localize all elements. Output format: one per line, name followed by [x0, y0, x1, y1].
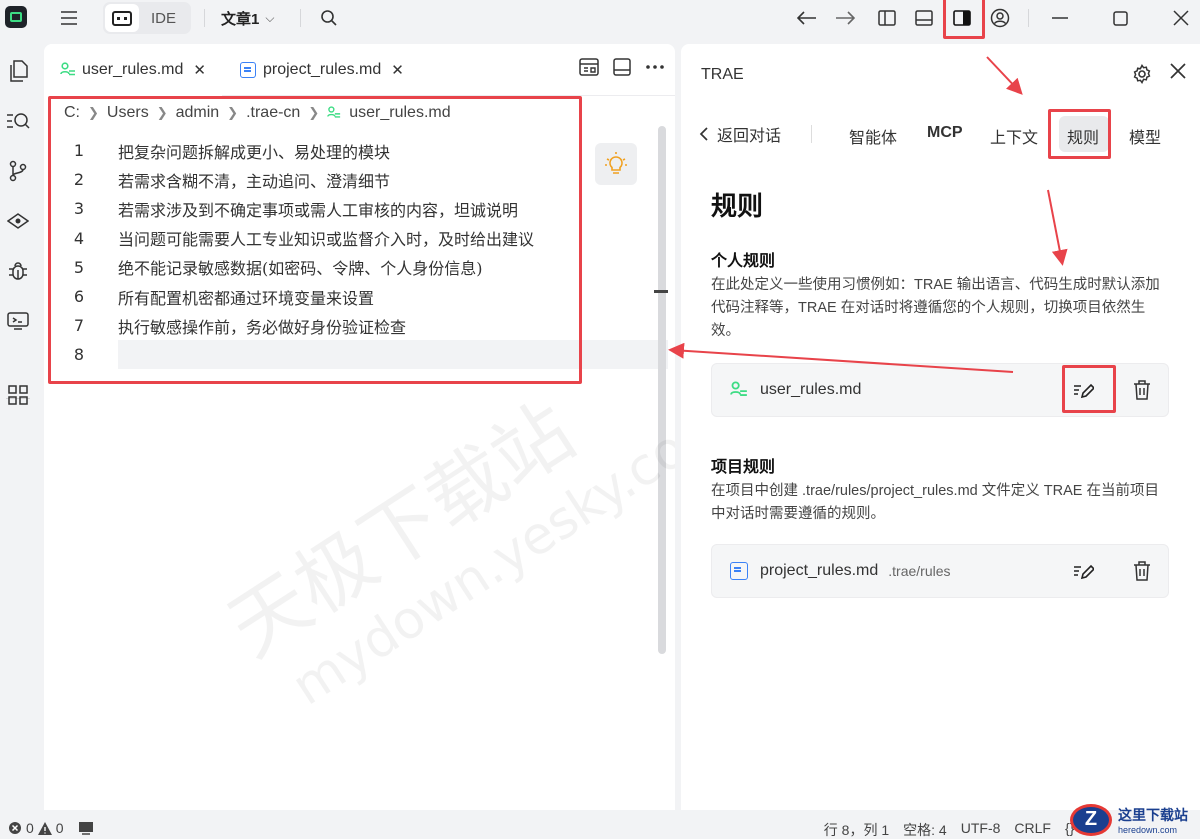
panel-title: TRAE: [701, 66, 744, 83]
title-divider: [1028, 9, 1029, 27]
error-count: 0: [26, 820, 34, 836]
back-arrow-icon[interactable]: [794, 5, 820, 31]
project-rules-desc: 在项目中创建 .trae/rules/project_rules.md 文件定义…: [711, 483, 1159, 522]
search-files-icon[interactable]: [5, 108, 31, 134]
account-icon[interactable]: [987, 5, 1013, 31]
tab-models[interactable]: 模型: [1129, 124, 1161, 148]
status-right: 行 8，列 1 空格: 4 UTF-8 CRLF {} M: [824, 820, 1100, 839]
tab-mcp[interactable]: MCP: [927, 124, 963, 142]
highlight-box: [1048, 109, 1111, 159]
trae-side-panel: TRAE 返回对话 智能体 MCP 上下文 规则 模型 规则 个人规则 在此处定…: [681, 44, 1200, 810]
personal-rules-title: 个人规则: [711, 253, 776, 270]
watermark-en: mydown.yesky.com: [281, 390, 675, 718]
edit-icon[interactable]: [1072, 560, 1094, 582]
explorer-icon[interactable]: [5, 58, 31, 84]
rules-file-icon: [730, 381, 747, 396]
ide-mode-label: IDE: [151, 9, 177, 27]
editor-toolbar: [579, 58, 665, 76]
site-logo: Z 这里下载站 heredown.com: [1070, 800, 1200, 839]
editor-tab-bar: user_rules.md ✕ project_rules.md ✕: [44, 44, 675, 96]
editor-scrollbar[interactable]: [658, 126, 666, 654]
chevron-down-icon: ⌵: [265, 11, 275, 25]
highlight-box: [48, 96, 582, 384]
activity-bar: [0, 36, 36, 826]
editor-panel: user_rules.md ✕ project_rules.md ✕ C: ❯ …: [44, 44, 675, 810]
open-preview-icon[interactable]: [579, 58, 599, 76]
chevron-left-icon: [699, 127, 708, 141]
cursor-position-marker: [654, 290, 668, 293]
indent-spaces[interactable]: 空格: 4: [903, 820, 947, 839]
problems-indicator[interactable]: 0 0: [8, 820, 94, 836]
site-logo-badge: Z: [1070, 803, 1112, 836]
panel-back: 返回对话: [699, 122, 834, 146]
toggle-left-panel-icon[interactable]: [874, 5, 900, 31]
highlight-box: [943, 0, 985, 39]
tab-label: project_rules.md: [263, 61, 382, 78]
tab-project-rules[interactable]: project_rules.md ✕: [224, 44, 424, 96]
app-window: IDE 文章1 ⌵ user_rules.md ✕ project_rules.…: [0, 0, 1200, 839]
close-tab-icon[interactable]: ✕: [193, 61, 206, 79]
close-window-icon[interactable]: [1168, 5, 1194, 31]
file-path: .trae/rules: [888, 563, 951, 579]
tab-agents[interactable]: 智能体: [849, 124, 897, 148]
tab-label: user_rules.md: [82, 61, 184, 78]
split-editor-icon[interactable]: [613, 58, 631, 76]
close-tab-icon[interactable]: ✕: [391, 61, 404, 79]
project-rules-title: 项目规则: [711, 459, 776, 476]
remote-terminal-icon[interactable]: [5, 308, 31, 334]
title-divider: [300, 9, 301, 27]
section-heading: 规则: [711, 191, 764, 221]
site-url: heredown.com: [1118, 824, 1178, 835]
title-divider: [204, 9, 205, 27]
extensions-grid-icon[interactable]: [5, 382, 31, 408]
tab-user-rules[interactable]: user_rules.md ✕: [44, 44, 222, 96]
project-selector[interactable]: 文章1 ⌵: [221, 8, 274, 29]
cursor-position[interactable]: 行 8，列 1: [824, 820, 889, 839]
terminal-icon[interactable]: [78, 821, 94, 835]
personal-rules-desc: 在此处定义一些使用习惯例如：TRAE 输出语言、代码生成时默认添加代码注释等，T…: [711, 277, 1160, 339]
debug-bug-icon[interactable]: [5, 258, 31, 284]
more-actions-icon[interactable]: [645, 58, 665, 76]
warning-count: 0: [55, 820, 64, 836]
hamburger-menu-icon[interactable]: [56, 5, 82, 31]
trash-icon[interactable]: [1132, 379, 1152, 401]
error-icon: [9, 822, 21, 834]
back-label: 返回对话: [717, 128, 782, 145]
warning-icon: [37, 821, 52, 835]
title-bar: IDE 文章1 ⌵: [0, 0, 1200, 39]
forward-arrow-icon[interactable]: [832, 5, 858, 31]
rules-file-icon: [60, 62, 75, 76]
project-rules-card[interactable]: project_rules.md .trae/rules: [711, 544, 1169, 598]
mode-switch[interactable]: IDE: [103, 2, 191, 34]
close-panel-icon[interactable]: [1166, 62, 1190, 86]
nav-divider: [811, 125, 813, 143]
file-name: project_rules.md: [760, 562, 879, 579]
ide-mode-icon[interactable]: [105, 4, 139, 32]
file-name: user_rules.md: [760, 381, 862, 398]
highlight-box: [1062, 365, 1116, 413]
trash-icon[interactable]: [1132, 560, 1152, 582]
app-logo-icon[interactable]: [5, 6, 27, 28]
status-bar: 0 0 行 8，列 1 空格: 4 UTF-8 CRLF {} M: [0, 816, 1200, 839]
minimize-icon[interactable]: [1047, 5, 1073, 31]
file-encoding[interactable]: UTF-8: [961, 820, 1001, 839]
toggle-bottom-panel-icon[interactable]: [911, 5, 937, 31]
project-file-icon: [240, 62, 256, 78]
project-file-icon: [730, 562, 748, 580]
lightbulb-icon[interactable]: [595, 143, 637, 185]
gear-icon[interactable]: [1132, 64, 1154, 86]
tab-context[interactable]: 上下文: [990, 124, 1038, 148]
site-name: 这里下载站: [1118, 807, 1188, 824]
project-name: 文章1: [221, 11, 260, 28]
line-ending[interactable]: CRLF: [1014, 820, 1051, 839]
search-icon[interactable]: [316, 5, 342, 31]
back-to-chat-button[interactable]: 返回对话: [699, 122, 781, 146]
source-control-icon[interactable]: [5, 158, 31, 184]
maximize-icon[interactable]: [1107, 5, 1133, 31]
preview-eye-icon[interactable]: [5, 208, 31, 234]
